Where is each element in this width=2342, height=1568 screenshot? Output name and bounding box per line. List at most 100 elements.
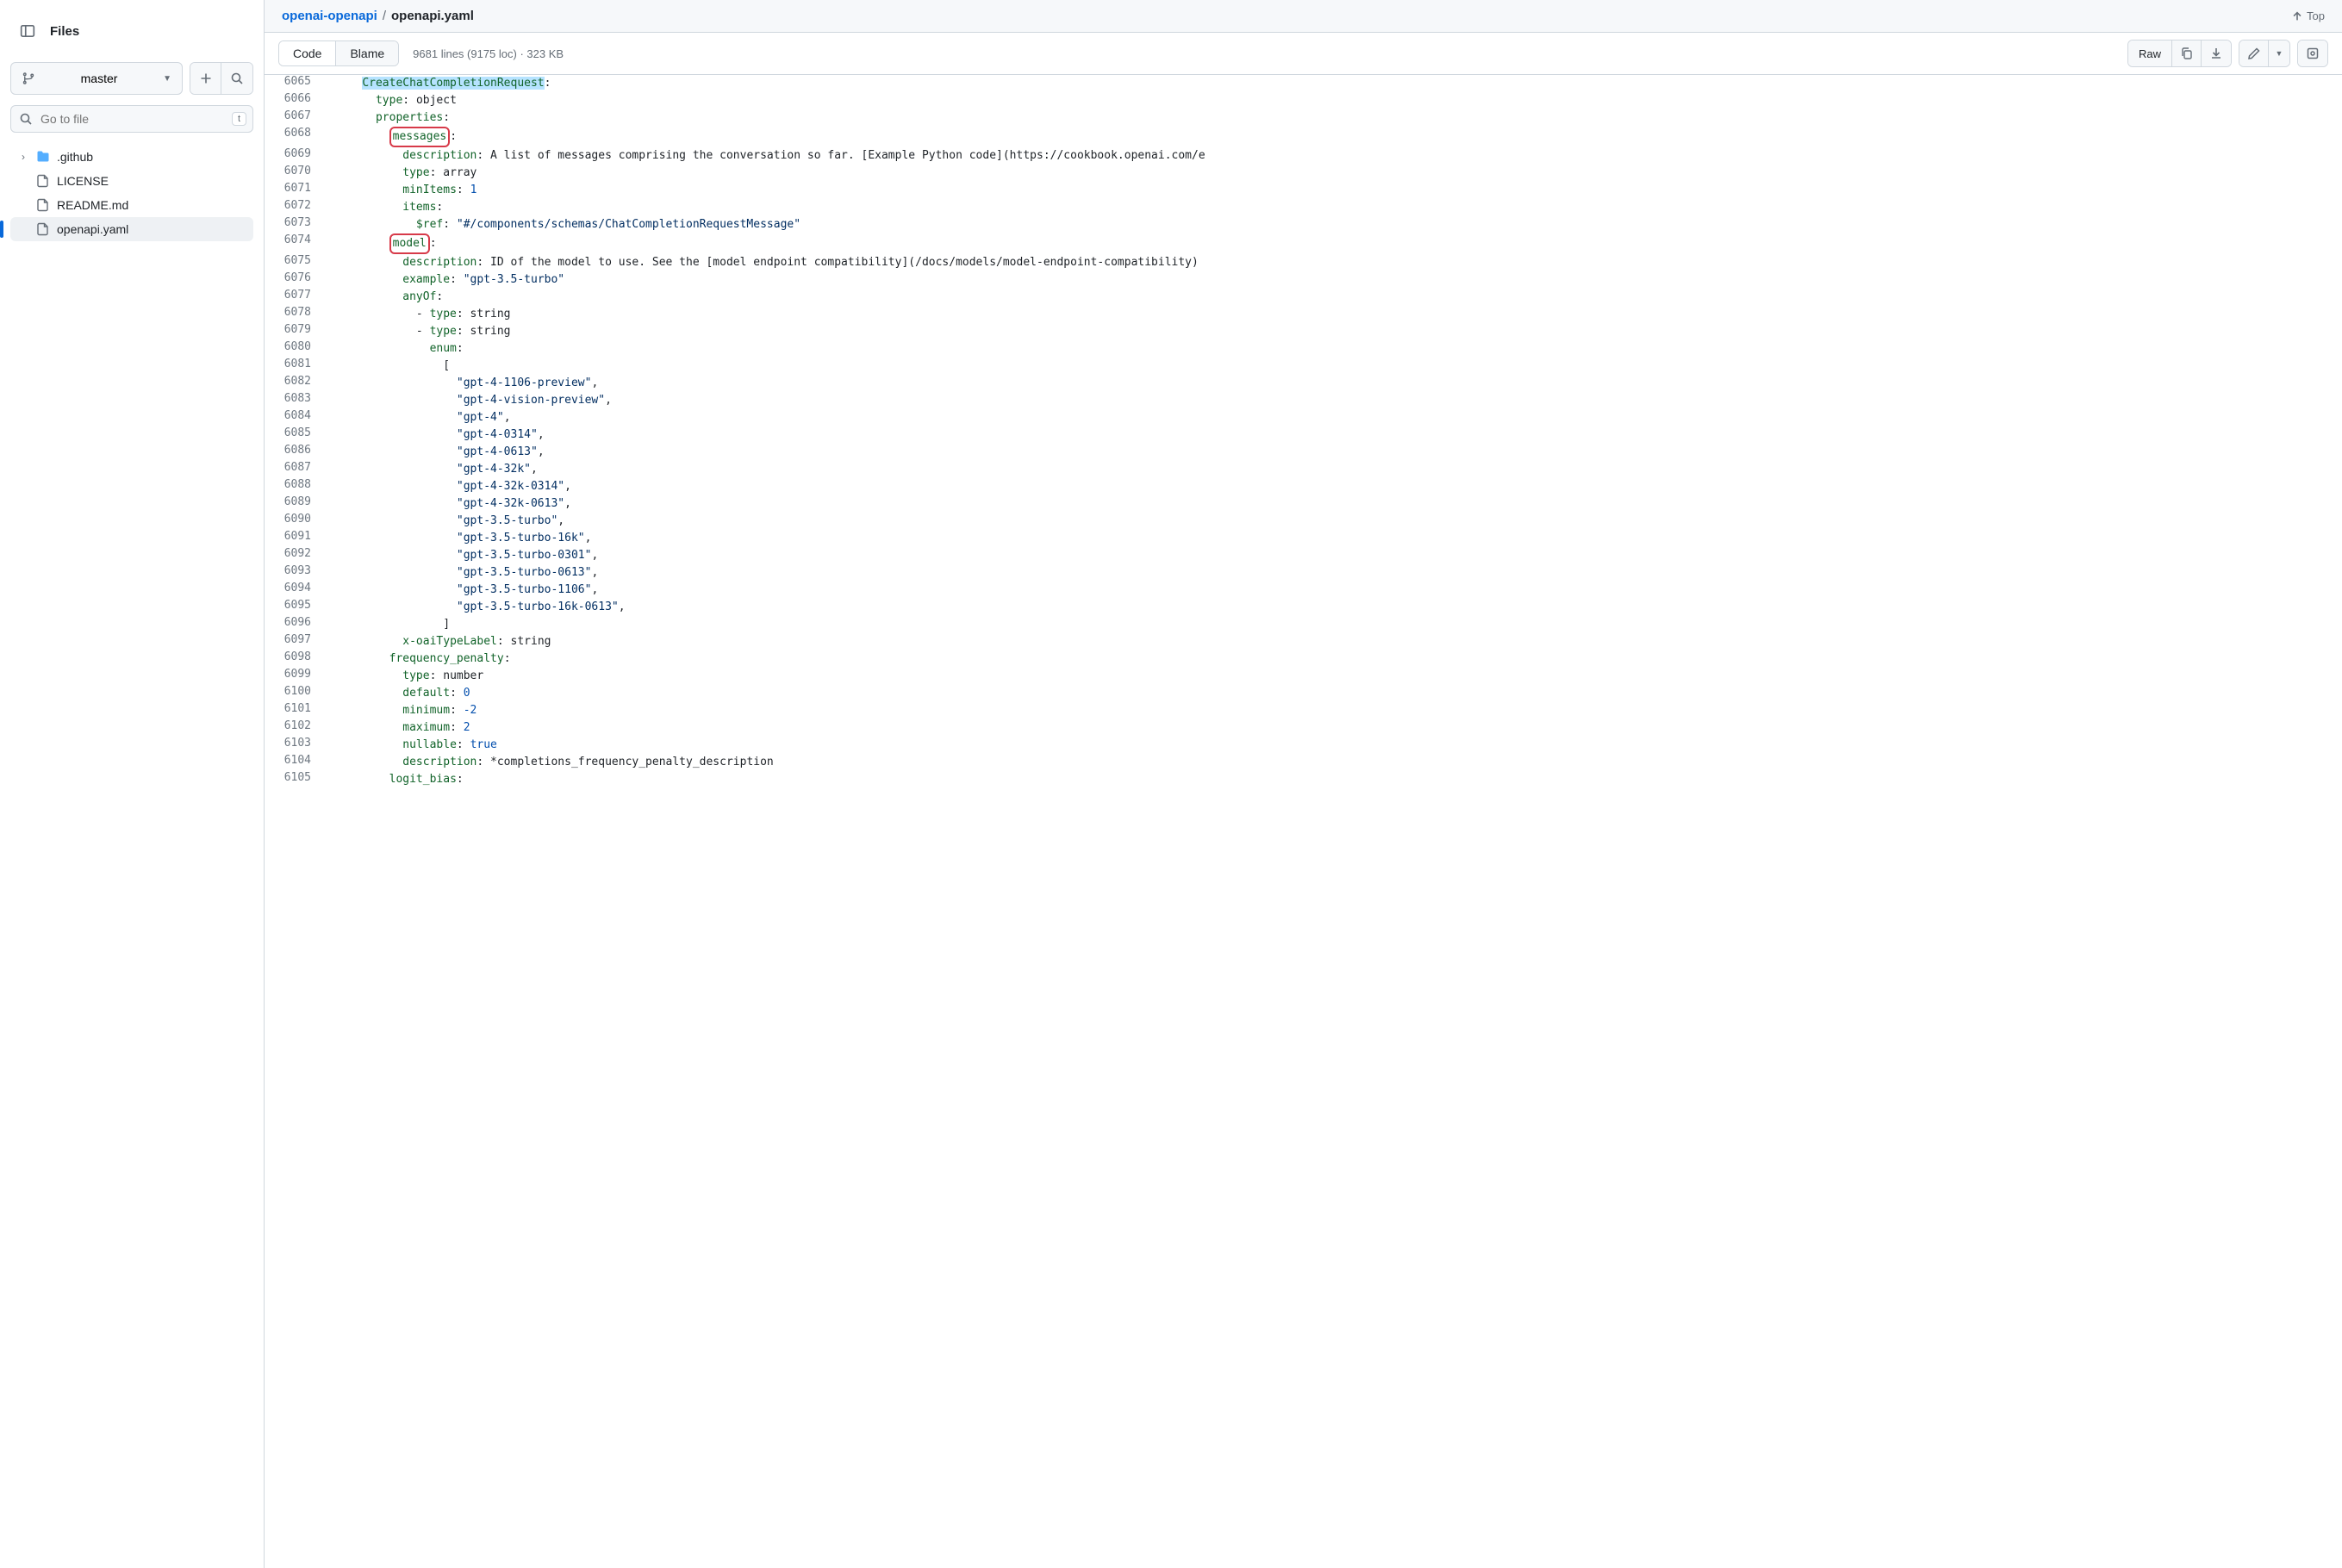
search-button[interactable] (221, 63, 252, 94)
tree-item--github[interactable]: ›.github (10, 145, 253, 169)
code-line[interactable]: 6073 $ref: "#/components/schemas/ChatCom… (265, 216, 2342, 233)
tree-item-label: LICENSE (57, 174, 109, 188)
tab-blame[interactable]: Blame (336, 41, 398, 65)
code-line[interactable]: 6099 type: number (265, 668, 2342, 685)
code-line[interactable]: 6088 "gpt-4-32k-0314", (265, 478, 2342, 495)
line-content: "gpt-3.5-turbo-1106", (327, 582, 2342, 599)
code-line[interactable]: 6082 "gpt-4-1106-preview", (265, 375, 2342, 392)
code-line[interactable]: 6096 ] (265, 616, 2342, 633)
scroll-top-button[interactable]: Top (2291, 9, 2325, 22)
code-line[interactable]: 6066 type: object (265, 92, 2342, 109)
copy-button[interactable] (2172, 40, 2202, 66)
code-line[interactable]: 6069 description: A list of messages com… (265, 147, 2342, 165)
code-line[interactable]: 6087 "gpt-4-32k", (265, 461, 2342, 478)
sidebar-title: Files (50, 24, 79, 39)
code-line[interactable]: 6105 logit_bias: (265, 771, 2342, 788)
line-content: description: A list of messages comprisi… (327, 147, 2342, 165)
symbols-icon (2306, 47, 2320, 60)
add-file-button[interactable] (190, 63, 221, 94)
code-line[interactable]: 6077 anyOf: (265, 289, 2342, 306)
code-line[interactable]: 6078 - type: string (265, 306, 2342, 323)
line-number: 6103 (265, 737, 327, 754)
line-number: 6087 (265, 461, 327, 478)
tree-item-README-md[interactable]: README.md (10, 193, 253, 217)
code-line[interactable]: 6085 "gpt-4-0314", (265, 426, 2342, 444)
code-line[interactable]: 6079 - type: string (265, 323, 2342, 340)
code-line[interactable]: 6083 "gpt-4-vision-preview", (265, 392, 2342, 409)
code-line[interactable]: 6068 messages: (265, 127, 2342, 147)
line-number: 6095 (265, 599, 327, 616)
raw-button[interactable]: Raw (2128, 40, 2172, 66)
line-number: 6089 (265, 495, 327, 513)
line-number: 6067 (265, 109, 327, 127)
code-line[interactable]: 6091 "gpt-3.5-turbo-16k", (265, 530, 2342, 547)
code-line[interactable]: 6100 default: 0 (265, 685, 2342, 702)
code-line[interactable]: 6095 "gpt-3.5-turbo-16k-0613", (265, 599, 2342, 616)
code-line[interactable]: 6102 maximum: 2 (265, 719, 2342, 737)
line-number: 6101 (265, 702, 327, 719)
line-content: CreateChatCompletionRequest: (327, 75, 2342, 92)
code-line[interactable]: 6067 properties: (265, 109, 2342, 127)
code-line[interactable]: 6081 [ (265, 358, 2342, 375)
line-content: maximum: 2 (327, 719, 2342, 737)
search-icon (19, 112, 33, 126)
symbols-button[interactable] (2298, 40, 2327, 66)
file-meta: 9681 lines (9175 loc) · 323 KB (413, 47, 564, 60)
file-filter-input[interactable] (10, 105, 253, 133)
line-content: "gpt-4-32k-0613", (327, 495, 2342, 513)
download-icon (2209, 47, 2223, 60)
git-branch-icon (22, 72, 35, 85)
main-content: openai-openapi / openapi.yaml Top Code B… (265, 0, 2342, 1568)
code-line[interactable]: 6075 description: ID of the model to use… (265, 254, 2342, 271)
code-line[interactable]: 6086 "gpt-4-0613", (265, 444, 2342, 461)
breadcrumb: openai-openapi / openapi.yaml (282, 9, 474, 23)
code-line[interactable]: 6103 nullable: true (265, 737, 2342, 754)
code-view[interactable]: 6065 CreateChatCompletionRequest:6066 ty… (265, 75, 2342, 1568)
line-content: "gpt-3.5-turbo-16k-0613", (327, 599, 2342, 616)
code-line[interactable]: 6101 minimum: -2 (265, 702, 2342, 719)
line-number: 6076 (265, 271, 327, 289)
line-content: "gpt-3.5-turbo-0613", (327, 564, 2342, 582)
code-line[interactable]: 6090 "gpt-3.5-turbo", (265, 513, 2342, 530)
line-content: "gpt-3.5-turbo-16k", (327, 530, 2342, 547)
line-number: 6077 (265, 289, 327, 306)
line-number: 6069 (265, 147, 327, 165)
code-line[interactable]: 6065 CreateChatCompletionRequest: (265, 75, 2342, 92)
tree-item-openapi-yaml[interactable]: openapi.yaml (10, 217, 253, 241)
code-line[interactable]: 6092 "gpt-3.5-turbo-0301", (265, 547, 2342, 564)
line-content: example: "gpt-3.5-turbo" (327, 271, 2342, 289)
code-line[interactable]: 6080 enum: (265, 340, 2342, 358)
line-content: "gpt-4-0613", (327, 444, 2342, 461)
code-line[interactable]: 6094 "gpt-3.5-turbo-1106", (265, 582, 2342, 599)
line-number: 6075 (265, 254, 327, 271)
code-line[interactable]: 6097 x-oaiTypeLabel: string (265, 633, 2342, 650)
tree-item-label: .github (57, 150, 93, 164)
line-content: - type: string (327, 323, 2342, 340)
line-content: [ (327, 358, 2342, 375)
toggle-sidebar-button[interactable] (14, 17, 41, 45)
tab-code[interactable]: Code (279, 41, 336, 65)
code-line[interactable]: 6072 items: (265, 199, 2342, 216)
code-line[interactable]: 6071 minItems: 1 (265, 182, 2342, 199)
edit-dropdown-button[interactable]: ▼ (2269, 40, 2289, 66)
edit-button[interactable] (2239, 40, 2269, 66)
code-line[interactable]: 6098 frequency_penalty: (265, 650, 2342, 668)
code-line[interactable]: 6074 model: (265, 233, 2342, 254)
code-line[interactable]: 6089 "gpt-4-32k-0613", (265, 495, 2342, 513)
tree-item-label: README.md (57, 198, 128, 212)
code-line[interactable]: 6076 example: "gpt-3.5-turbo" (265, 271, 2342, 289)
line-number: 6086 (265, 444, 327, 461)
breadcrumb-repo[interactable]: openai-openapi (282, 9, 377, 23)
branch-select[interactable]: master ▼ (10, 62, 183, 95)
line-number: 6066 (265, 92, 327, 109)
code-line[interactable]: 6084 "gpt-4", (265, 409, 2342, 426)
code-line[interactable]: 6093 "gpt-3.5-turbo-0613", (265, 564, 2342, 582)
line-content: description: ID of the model to use. See… (327, 254, 2342, 271)
line-content: frequency_penalty: (327, 650, 2342, 668)
chevron-down-icon: ▼ (2276, 49, 2283, 58)
download-button[interactable] (2202, 40, 2231, 66)
code-line[interactable]: 6104 description: *completions_frequency… (265, 754, 2342, 771)
view-tabs: Code Blame (278, 40, 399, 66)
tree-item-LICENSE[interactable]: LICENSE (10, 169, 253, 193)
code-line[interactable]: 6070 type: array (265, 165, 2342, 182)
